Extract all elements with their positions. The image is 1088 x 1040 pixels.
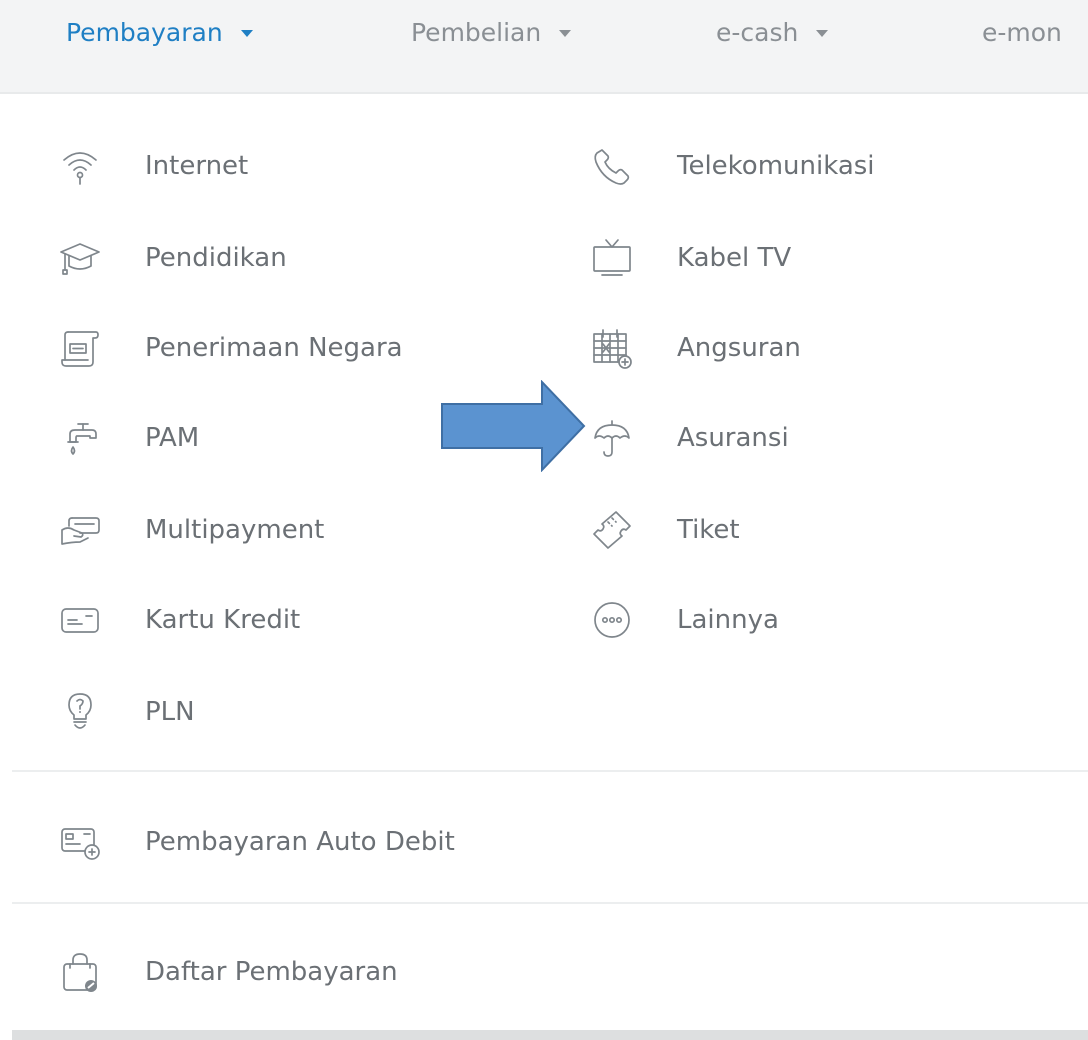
menu-item-label: Angsuran (677, 333, 801, 363)
menu-item-asuransi[interactable]: Asuransi (590, 408, 789, 468)
umbrella-icon (590, 408, 650, 468)
menu-item-label: Kartu Kredit (145, 605, 301, 635)
water-tap-icon (58, 408, 118, 468)
menu-item-label: Lainnya (677, 605, 779, 635)
chevron-down-icon (559, 30, 572, 37)
auto-debit-card-icon (58, 812, 118, 872)
calendar-icon (590, 318, 650, 378)
menu-item-label: PAM (145, 423, 200, 453)
chevron-down-icon (240, 30, 253, 37)
bag-icon (58, 942, 118, 1002)
menu-item-label: Multipayment (145, 515, 325, 545)
menu-item-internet[interactable]: Internet (58, 136, 248, 196)
menu-item-pendidikan[interactable]: Pendidikan (58, 228, 287, 288)
tab-e-cash-label: e-cash (716, 17, 799, 47)
menu-item-kabel-tv[interactable]: Kabel TV (590, 228, 791, 288)
menu-item-label: PLN (145, 697, 195, 727)
menu-item-label: Tiket (677, 515, 740, 545)
menu-item-label: Kabel TV (677, 243, 792, 273)
tab-e-money-label: e-mon (982, 17, 1062, 47)
menu-item-label: Internet (145, 151, 249, 181)
light-bulb-icon (58, 682, 118, 742)
menu-item-label: Penerimaan Negara (145, 333, 403, 363)
credit-card-icon (58, 590, 118, 650)
chevron-down-icon (816, 30, 829, 37)
more-icon (590, 590, 650, 650)
menu-item-tiket[interactable]: Tiket (590, 500, 740, 560)
menu-item-label: Asuransi (677, 423, 789, 453)
menu-item-angsuran[interactable]: Angsuran (590, 318, 801, 378)
section-divider (12, 770, 1088, 772)
menu-item-pam[interactable]: PAM (58, 408, 199, 468)
tab-pembayaran-label: Pembayaran (66, 17, 223, 47)
right-arrow-icon (441, 380, 586, 472)
graduation-cap-icon (58, 228, 118, 288)
menu-item-telekomunikasi[interactable]: Telekomunikasi (590, 136, 875, 196)
tv-icon (590, 228, 650, 288)
menu-item-lainnya[interactable]: Lainnya (590, 590, 779, 650)
menu-item-pln[interactable]: PLN (58, 682, 195, 742)
menu-item-label: Daftar Pembayaran (145, 957, 398, 987)
bottom-divider (12, 1030, 1088, 1040)
tab-pembayaran[interactable]: Pembayaran (66, 14, 253, 50)
menu-item-label: Pembayaran Auto Debit (145, 827, 455, 857)
card-hand-icon (58, 500, 118, 560)
menu-item-daftar-pembayaran[interactable]: Daftar Pembayaran (58, 942, 398, 1002)
wifi-icon (58, 136, 118, 196)
tab-e-money[interactable]: e-mon (982, 14, 1062, 50)
menu-item-multipayment[interactable]: Multipayment (58, 500, 324, 560)
section-divider (12, 902, 1088, 904)
menu-item-penerimaan-negara[interactable]: Penerimaan Negara (58, 318, 403, 378)
tab-e-cash[interactable]: e-cash (716, 14, 829, 50)
menu-item-pembayaran-auto-debit[interactable]: Pembayaran Auto Debit (58, 812, 455, 872)
menu-item-label: Telekomunikasi (677, 151, 875, 181)
tab-pembelian-label: Pembelian (411, 17, 542, 47)
phone-icon (590, 136, 650, 196)
menu-item-kartu-kredit[interactable]: Kartu Kredit (58, 590, 300, 650)
menu-item-label: Pendidikan (145, 243, 287, 273)
ticket-icon (590, 500, 650, 560)
top-nav-bar: Pembayaran Pembelian e-cash e-mon (0, 0, 1088, 94)
tax-scroll-icon (58, 318, 118, 378)
tab-pembelian[interactable]: Pembelian (411, 14, 572, 50)
